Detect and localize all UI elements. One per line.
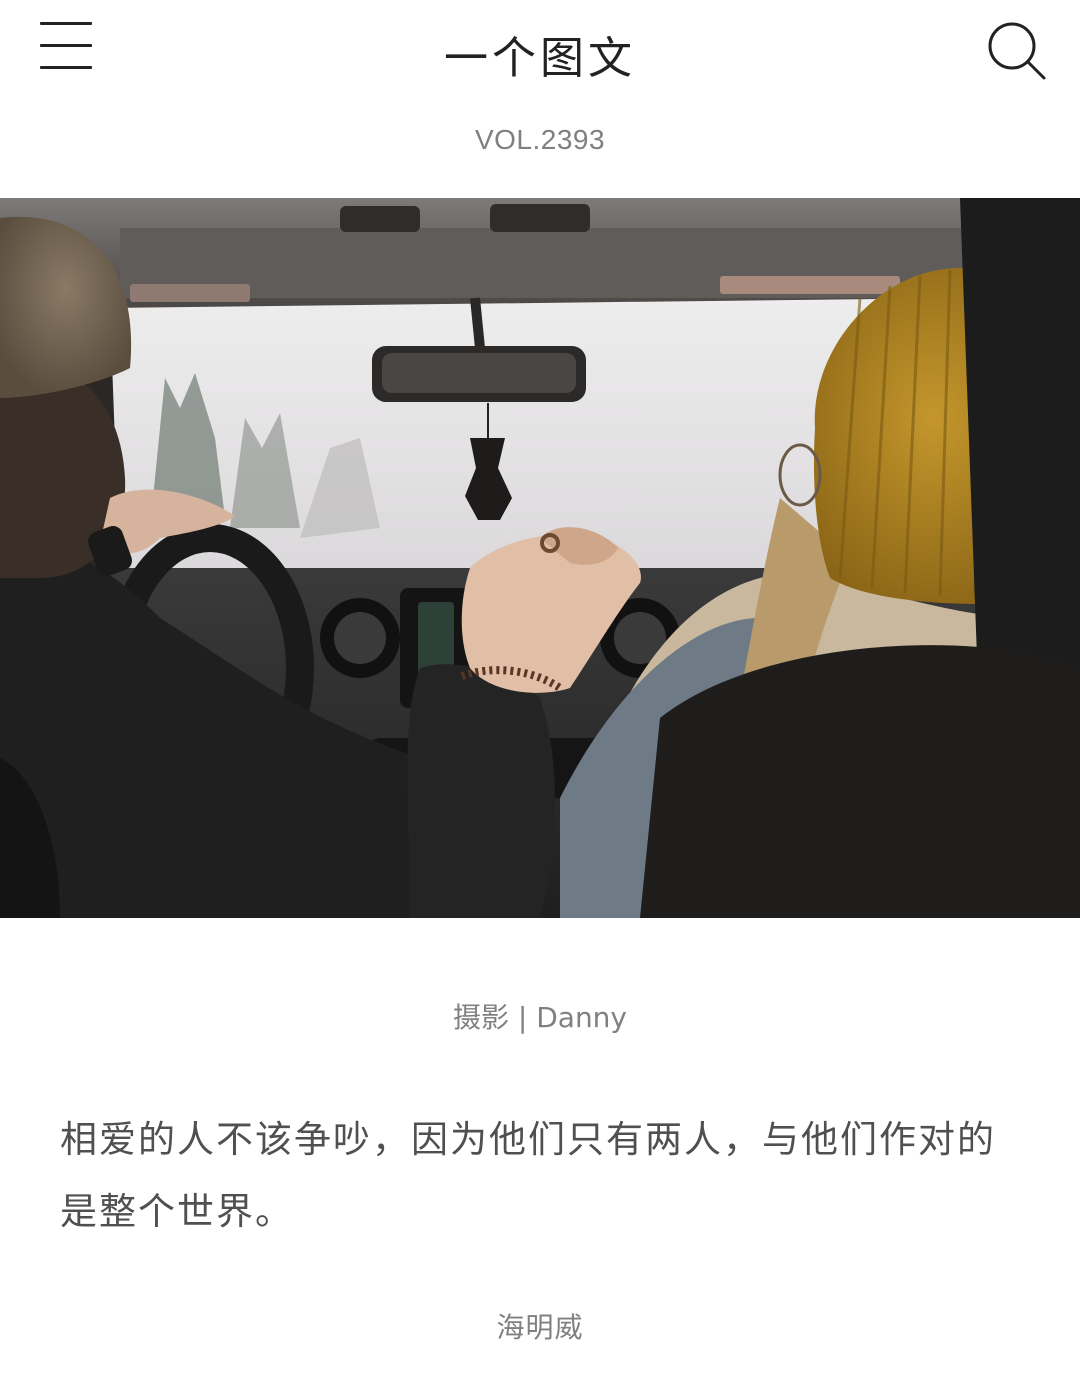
photo-couple-in-car-holding-hands: [0, 198, 1080, 918]
top-bar: 一个图文: [0, 0, 1080, 100]
featured-photo[interactable]: [0, 198, 1080, 918]
volume-number: VOL.2393: [474, 124, 606, 155]
quote-author: 海明威: [496, 1311, 584, 1344]
page-title: 一个图文: [444, 33, 636, 84]
photo-credit: 摄影 | Danny: [452, 1001, 628, 1034]
search-icon[interactable]: [980, 16, 1052, 88]
quote-text: 相爱的人不该争吵，因为他们只有两人，与他们作对的是整个世界。: [60, 1118, 996, 1233]
